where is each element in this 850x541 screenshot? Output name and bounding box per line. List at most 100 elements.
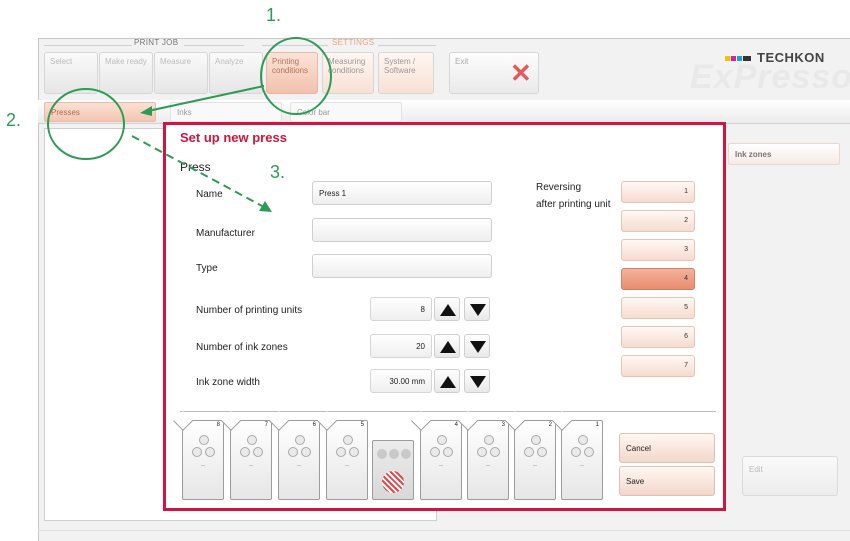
reversing-unit-button[interactable]: 6 [621, 326, 695, 348]
arrow-up-icon [440, 341, 456, 353]
type-field[interactable] [312, 254, 492, 278]
arrow-up-icon [440, 376, 456, 388]
printing-unit-card[interactable]: 1 -- [552, 411, 603, 500]
ink-zones-decrement-button[interactable] [464, 334, 490, 358]
annotation-step-3: 3. [270, 162, 286, 182]
printing-units-increment-button[interactable] [434, 297, 460, 321]
edit-button[interactable]: Edit [742, 456, 838, 496]
printing-units-field[interactable]: 8 [370, 297, 432, 321]
reversing-unit-button[interactable]: 5 [621, 297, 695, 319]
ink-dot-icon [537, 447, 547, 457]
ink-dot-icon [288, 447, 298, 457]
ink-zones-field[interactable]: 20 [370, 334, 432, 358]
reversing-unit-button[interactable]: 7 [621, 355, 695, 377]
arrow-down-icon [470, 304, 486, 316]
save-button[interactable]: Save [619, 466, 715, 496]
ink-dot-icon [295, 435, 305, 445]
ink-dot-icon [490, 447, 500, 457]
tab-analyze[interactable]: Analyze [209, 52, 263, 94]
dialog-title: Set up new press [180, 130, 287, 145]
brand-logo: TECHKON [757, 50, 825, 65]
ink-dot-icon [430, 447, 440, 457]
logo-square-black [743, 56, 751, 61]
logo-square-cyan [737, 56, 742, 61]
ink-dot-icon [343, 435, 353, 445]
ink-dot-icon [301, 447, 311, 457]
reversing-unit-button[interactable]: 3 [621, 239, 695, 261]
printing-units-label: Number of printing units [196, 305, 303, 316]
ink-dot-icon [571, 447, 581, 457]
ink-dot-icon [524, 447, 534, 457]
ink-zone-width-decrement-button[interactable] [464, 369, 490, 393]
printing-unit-card[interactable]: 4 -- [411, 411, 462, 500]
reversing-unit-indicator [372, 440, 414, 500]
ink-dot-icon [578, 435, 588, 445]
ink-zones-header: Ink zones [728, 143, 840, 165]
ink-zone-width-increment-button[interactable] [434, 369, 460, 393]
ink-dot-icon [477, 447, 487, 457]
tab-system-software[interactable]: System / Software [378, 52, 434, 94]
arrow-up-icon [440, 304, 456, 316]
printing-units-decrement-button[interactable] [464, 297, 490, 321]
subtab-inks[interactable]: Inks [170, 102, 282, 122]
arrow-down-icon [470, 341, 486, 353]
subtab-color-bar[interactable]: Color bar [290, 102, 402, 122]
reversing-hatch-icon [382, 471, 404, 493]
reversing-unit-button[interactable]: 2 [621, 210, 695, 232]
ink-dot-icon [584, 447, 594, 457]
close-icon: ✕ [510, 58, 532, 88]
ink-zones-label: Number of ink zones [196, 342, 288, 353]
ink-dot-icon [443, 447, 453, 457]
reversing-label: Reversing [536, 182, 582, 193]
printing-unit-card[interactable]: 3 -- [458, 411, 509, 500]
ink-dot-icon [253, 447, 263, 457]
type-label: Type [196, 263, 218, 274]
printing-unit-card[interactable]: 5 -- [317, 411, 368, 500]
ink-dot-icon [336, 447, 346, 457]
ink-dot-icon [484, 435, 494, 445]
ink-dot-icon [240, 447, 250, 457]
ink-dot-icon [531, 435, 541, 445]
group-label-settings: SETTINGS [332, 38, 375, 47]
dialog-divider [180, 411, 716, 412]
manufacturer-field[interactable] [312, 218, 492, 242]
tab-printing-conditions[interactable]: Printing conditions [266, 52, 318, 94]
annotation-step-2: 2. [6, 110, 22, 130]
logo-square-magenta [731, 56, 736, 61]
reversing-unit-button[interactable]: 1 [621, 181, 695, 203]
printing-unit-card[interactable]: 6 -- [269, 411, 320, 500]
ink-zones-increment-button[interactable] [434, 334, 460, 358]
printing-unit-card[interactable]: 7 -- [221, 411, 272, 500]
printing-unit-card[interactable]: 2 -- [505, 411, 556, 500]
sub-tab-bar [38, 100, 850, 124]
printing-unit-card[interactable]: 8 -- [173, 411, 224, 500]
divider [38, 530, 850, 531]
tab-select[interactable]: Select [44, 52, 98, 94]
group-divider [262, 45, 328, 46]
manufacturer-label: Manufacturer [196, 228, 255, 239]
name-label: Name [196, 189, 223, 200]
ink-dot-icon [205, 447, 215, 457]
section-title: Press [180, 160, 211, 174]
ink-dot-icon [192, 447, 202, 457]
reversing-unit-button-selected[interactable]: 4 [621, 268, 695, 290]
tab-measuring-conditions[interactable]: Measuring conditions [322, 52, 374, 94]
tab-measure[interactable]: Measure [154, 52, 208, 94]
reversing-label-line-2: after printing unit [536, 199, 611, 210]
arrow-down-icon [470, 376, 486, 388]
cancel-button[interactable]: Cancel [619, 433, 715, 463]
group-divider [44, 45, 132, 46]
group-label-print-job: PRINT JOB [134, 38, 179, 47]
subtab-presses[interactable]: Presses [44, 102, 156, 122]
name-field[interactable]: Press 1 [312, 181, 492, 205]
ink-dot-icon [199, 435, 209, 445]
ink-zone-width-field[interactable]: 30.00 mm [370, 369, 432, 393]
ink-dot-icon [437, 435, 447, 445]
annotation-step-1: 1. [266, 5, 282, 25]
ink-dot-icon [349, 447, 359, 457]
logo-square-yellow [725, 56, 730, 61]
group-divider [378, 45, 436, 46]
group-divider [184, 45, 244, 46]
ink-dot-icon [247, 435, 257, 445]
tab-make-ready[interactable]: Make ready [99, 52, 153, 94]
